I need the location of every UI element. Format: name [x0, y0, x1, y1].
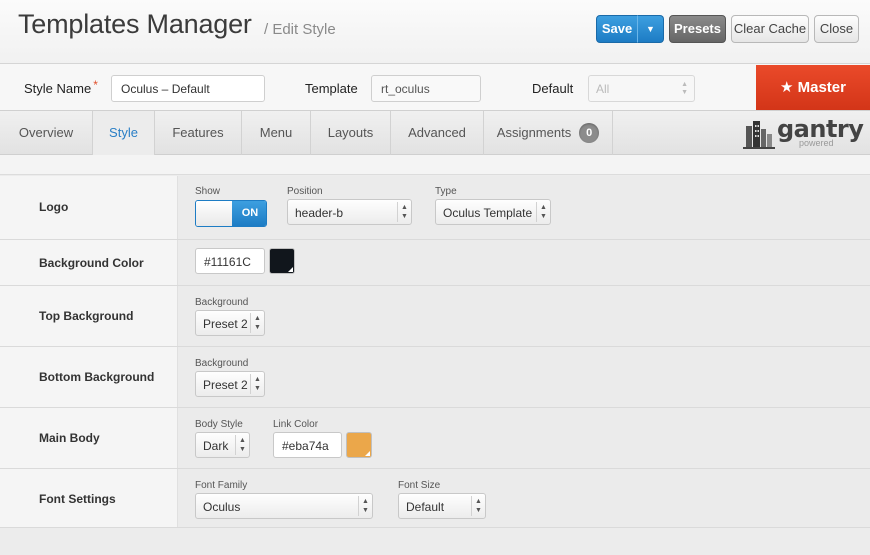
presets-button[interactable]: Presets — [669, 15, 726, 43]
row-label: Main Body — [39, 431, 100, 445]
tab-bar: Overview Style Features Menu Layouts Adv… — [0, 111, 870, 155]
style-bar: Style Name * Oculus – Default Template rt… — [0, 64, 870, 111]
link-color-label: Link Color — [273, 419, 319, 430]
tab-layouts[interactable]: Layouts — [311, 111, 391, 155]
type-label: Type — [435, 186, 457, 197]
row-label: Background Color — [39, 256, 144, 270]
background-color-input[interactable]: #11161C — [195, 248, 265, 274]
select-value: Dark — [203, 439, 229, 453]
style-settings-panel: Logo Background Color Top Background Bot… — [0, 176, 870, 528]
bottom-background-select[interactable]: Preset 2 ▲ ▼ — [195, 371, 265, 397]
row-label: Logo — [39, 200, 69, 214]
select-value: Default — [406, 500, 445, 514]
font-family-label: Font Family — [195, 480, 248, 491]
default-select-value: All — [596, 82, 610, 96]
select-value: header-b — [295, 206, 344, 220]
template-label: Template — [305, 81, 358, 96]
row-label: Bottom Background — [39, 370, 155, 384]
style-name-label-text: Style Name — [24, 81, 92, 96]
body-style-label: Body Style — [195, 419, 243, 430]
page-subtitle: / Edit Style — [264, 21, 336, 38]
logo-show-toggle[interactable]: ON — [195, 200, 267, 227]
gantry-powered: powered — [799, 138, 834, 148]
row-body — [178, 347, 870, 407]
clear-cache-button[interactable]: Clear Cache — [731, 15, 809, 43]
assignments-count-badge: 0 — [579, 122, 600, 143]
font-size-label: Font Size — [398, 480, 441, 491]
updown-arrows-icon: ▲ ▼ — [358, 496, 372, 516]
link-color-swatch[interactable] — [346, 432, 372, 458]
background-color-swatch[interactable] — [269, 248, 295, 274]
row-label-cell: Background Color — [0, 240, 178, 285]
updown-arrows-icon: ▲ ▼ — [250, 374, 264, 394]
tab-menu[interactable]: Menu — [242, 111, 311, 155]
updown-arrows-icon: ▲ ▼ — [235, 435, 249, 455]
settings-row-background-color: Background Color — [0, 240, 870, 286]
row-label-cell: Logo — [0, 176, 178, 239]
select-value: Oculus Template — [443, 206, 533, 220]
panel-bottom-strip — [0, 528, 870, 555]
tab-overview[interactable]: Overview — [0, 111, 93, 155]
tab-assignments-label: Assignments — [496, 125, 572, 140]
select-value: Preset 2 — [203, 317, 248, 331]
bottom-background-field-label: Background — [195, 358, 249, 369]
logo-position-select[interactable]: header-b ▲ ▼ — [287, 199, 412, 225]
font-size-select[interactable]: Default ▲ ▼ — [398, 493, 486, 519]
tab-features[interactable]: Features — [155, 111, 242, 155]
logo-type-select[interactable]: Oculus Template ▲ ▼ — [435, 199, 551, 225]
body-style-select[interactable]: Dark ▲ ▼ — [195, 432, 250, 458]
building-icon — [743, 121, 775, 149]
toggle-on-side: ON — [232, 201, 266, 226]
default-label: Default — [532, 81, 574, 96]
close-button[interactable]: Close — [814, 15, 859, 43]
gantry-logo: gantry powered — [743, 115, 864, 150]
updown-arrows-icon: ▲ ▼ — [471, 496, 485, 516]
tab-assignments[interactable]: Assignments 0 — [484, 111, 613, 155]
header: Templates Manager / Edit Style Save ▼ Pr… — [0, 0, 870, 64]
row-label-cell: Top Background — [0, 286, 178, 346]
master-button[interactable]: ★ Master — [756, 65, 870, 110]
default-select[interactable]: All ▲ ▼ — [588, 75, 695, 102]
settings-row-top-background: Top Background — [0, 286, 870, 347]
updown-arrows-icon: ▲ ▼ — [536, 202, 550, 222]
select-value: Oculus — [203, 500, 241, 514]
save-button[interactable]: Save — [596, 15, 638, 43]
row-label: Top Background — [39, 309, 134, 323]
panel-top-spacer — [0, 155, 870, 175]
settings-row-main-body: Main Body — [0, 408, 870, 469]
updown-arrows-icon: ▲ ▼ — [397, 202, 411, 222]
link-color-input[interactable]: #eba74a — [273, 432, 342, 458]
style-name-input[interactable]: Oculus – Default — [111, 75, 265, 102]
tab-style[interactable]: Style — [93, 111, 155, 155]
save-dropdown-button[interactable]: ▼ — [637, 15, 664, 43]
page-title: Templates Manager — [18, 9, 252, 39]
row-body — [178, 286, 870, 346]
row-label: Font Settings — [39, 492, 116, 506]
top-background-field-label: Background — [195, 297, 249, 308]
font-family-select[interactable]: Oculus ▲ ▼ — [195, 493, 373, 519]
row-label-cell: Main Body — [0, 408, 178, 468]
select-value: Preset 2 — [203, 378, 248, 392]
toggle-off-side — [196, 201, 232, 226]
updown-arrows-icon: ▲ ▼ — [250, 313, 264, 333]
position-label: Position — [287, 186, 323, 197]
show-label: Show — [195, 186, 221, 197]
top-background-select[interactable]: Preset 2 ▲ ▼ — [195, 310, 265, 336]
style-name-label: Style Name * — [24, 78, 98, 96]
tab-advanced[interactable]: Advanced — [391, 111, 484, 155]
row-label-cell: Font Settings — [0, 469, 178, 527]
required-mark: * — [93, 78, 98, 92]
updown-arrows-icon: ▲ ▼ — [681, 81, 688, 96]
settings-row-bottom-background: Bottom Background — [0, 347, 870, 408]
caret-down-icon: ▼ — [646, 24, 655, 34]
template-field: rt_oculus — [371, 75, 481, 102]
row-label-cell: Bottom Background — [0, 347, 178, 407]
